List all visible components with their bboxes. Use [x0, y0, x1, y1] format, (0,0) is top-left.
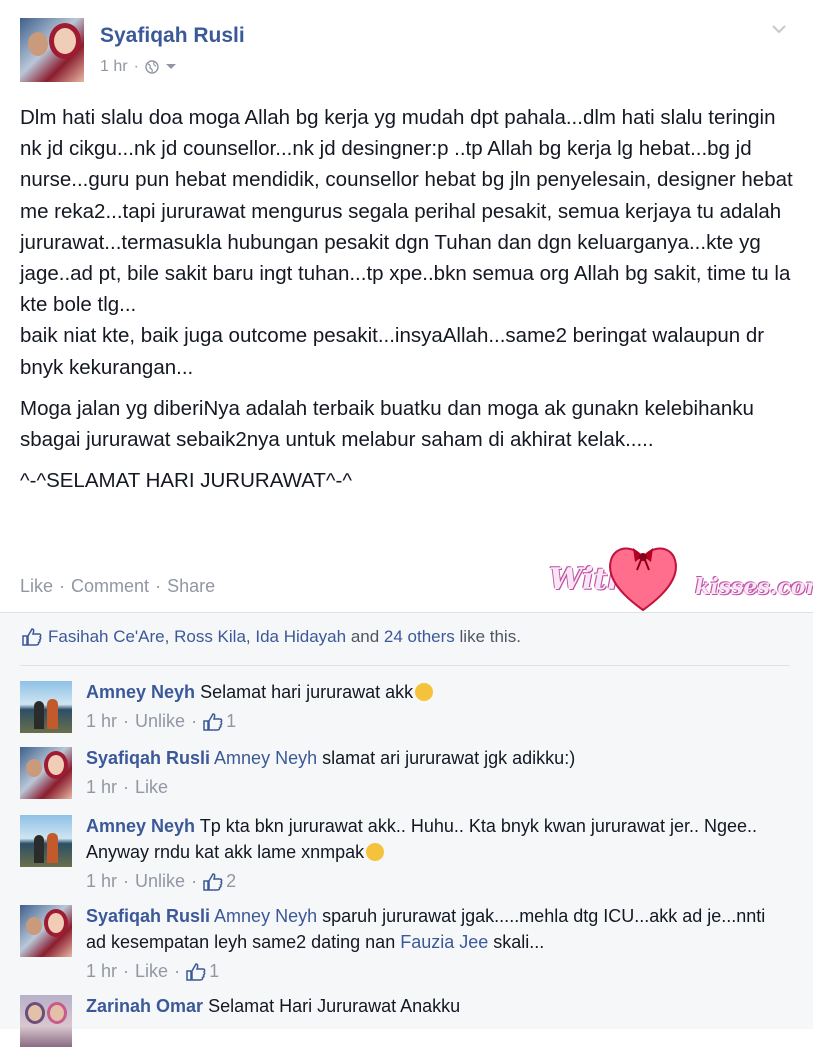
post-time[interactable]: 1 hr: [100, 58, 128, 76]
author-avatar[interactable]: [20, 18, 84, 82]
comment-text: Syafiqah Rusli Amney Neyh slamat ari jur…: [86, 748, 576, 768]
comment-text: Syafiqah Rusli Amney Neyh sparuh jururaw…: [86, 906, 766, 952]
mention-link[interactable]: Amney Neyh: [214, 906, 317, 926]
comment-meta: 1 hr · Unlike · 1: [86, 711, 237, 732]
comment-like-count[interactable]: 1: [203, 711, 236, 732]
watermark-logo: With kisses.com: [545, 540, 813, 620]
comment-like-count[interactable]: 2: [203, 871, 236, 892]
liker-name[interactable]: Fasihah Ce'Are: [48, 627, 165, 646]
comment-text: Zarinah Omar Selamat Hari Jururawat Anak…: [86, 996, 461, 1016]
commenter-avatar[interactable]: [20, 815, 72, 867]
share-button[interactable]: Share: [167, 576, 215, 597]
likers-others-link[interactable]: 24 others: [384, 627, 455, 646]
commenter-avatar[interactable]: [20, 995, 72, 1047]
chevron-down-icon[interactable]: [772, 22, 786, 36]
commenter-avatar[interactable]: [20, 681, 72, 733]
mention-link[interactable]: Amney Neyh: [214, 748, 317, 768]
post-meta: 1 hr ·: [100, 58, 177, 76]
comment-meta: 1 hr · Unlike · 2: [86, 871, 237, 892]
comment-time[interactable]: 1 hr: [86, 777, 117, 798]
commenter-name[interactable]: Amney Neyh: [86, 682, 195, 702]
divider: [20, 665, 790, 666]
likes-summary: Fasihah Ce'Are, Ross Kila, Ida Hidayah a…: [22, 627, 521, 647]
kiss-emoji-icon: [415, 683, 434, 701]
commenter-avatar[interactable]: [20, 905, 72, 957]
like-button[interactable]: Like: [135, 961, 168, 982]
mention-link[interactable]: Fauzia Jee: [400, 932, 488, 952]
comment-like-count[interactable]: 1: [186, 961, 219, 982]
liker-name[interactable]: Ida Hidayah: [255, 627, 346, 646]
comment-meta: 1 hr · Like · 1: [86, 961, 220, 982]
thumbs-up-icon: [186, 962, 206, 981]
sad-emoji-icon: [366, 843, 385, 861]
commenter-name[interactable]: Syafiqah Rusli: [86, 906, 210, 926]
post-actions: Like · Comment · Share: [20, 576, 216, 597]
post-paragraph: Dlm hati slalu doa moga Allah bg kerja y…: [20, 106, 793, 379]
comment-time[interactable]: 1 hr: [86, 871, 117, 892]
liker-name[interactable]: Ross Kila: [174, 627, 246, 646]
post-card: Syafiqah Rusli 1 hr · Dlm hati slalu doa…: [0, 0, 813, 612]
thumbs-up-icon: [203, 712, 223, 731]
unlike-button[interactable]: Unlike: [135, 871, 185, 892]
audience-dropdown-icon[interactable]: [165, 63, 177, 71]
unlike-button[interactable]: Unlike: [135, 711, 185, 732]
thumbs-up-icon: [22, 628, 42, 646]
like-button[interactable]: Like: [135, 777, 168, 798]
post-body: Dlm hati slalu doa moga Allah bg kerja y…: [20, 102, 795, 506]
comment-time[interactable]: 1 hr: [86, 961, 117, 982]
post-paragraph: ^-^SELAMAT HARI JURURAWAT^-^: [20, 469, 352, 493]
globe-icon[interactable]: [145, 60, 159, 74]
commenter-name[interactable]: Amney Neyh: [86, 816, 195, 836]
author-name[interactable]: Syafiqah Rusli: [100, 24, 245, 48]
comment-time[interactable]: 1 hr: [86, 711, 117, 732]
like-button[interactable]: Like: [20, 576, 53, 597]
comment-text: Amney Neyh Tp kta bkn jururawat akk.. Hu…: [86, 816, 757, 862]
commenter-avatar[interactable]: [20, 747, 72, 799]
feedback-section: Fasihah Ce'Are, Ross Kila, Ida Hidayah a…: [0, 612, 813, 1047]
comment-text: Amney Neyh Selamat hari jururawat akk: [86, 679, 786, 705]
thumbs-up-icon: [203, 872, 223, 891]
post-paragraph: Moga jalan yg diberiNya adalah terbaik b…: [20, 396, 754, 452]
comment-button[interactable]: Comment: [71, 576, 149, 597]
commenter-name[interactable]: Zarinah Omar: [86, 996, 203, 1016]
comment-meta: 1 hr · Like: [86, 777, 169, 798]
heart-icon: [609, 547, 677, 612]
watermark-kisses: kisses.com: [695, 574, 813, 600]
commenter-name[interactable]: Syafiqah Rusli: [86, 748, 210, 768]
